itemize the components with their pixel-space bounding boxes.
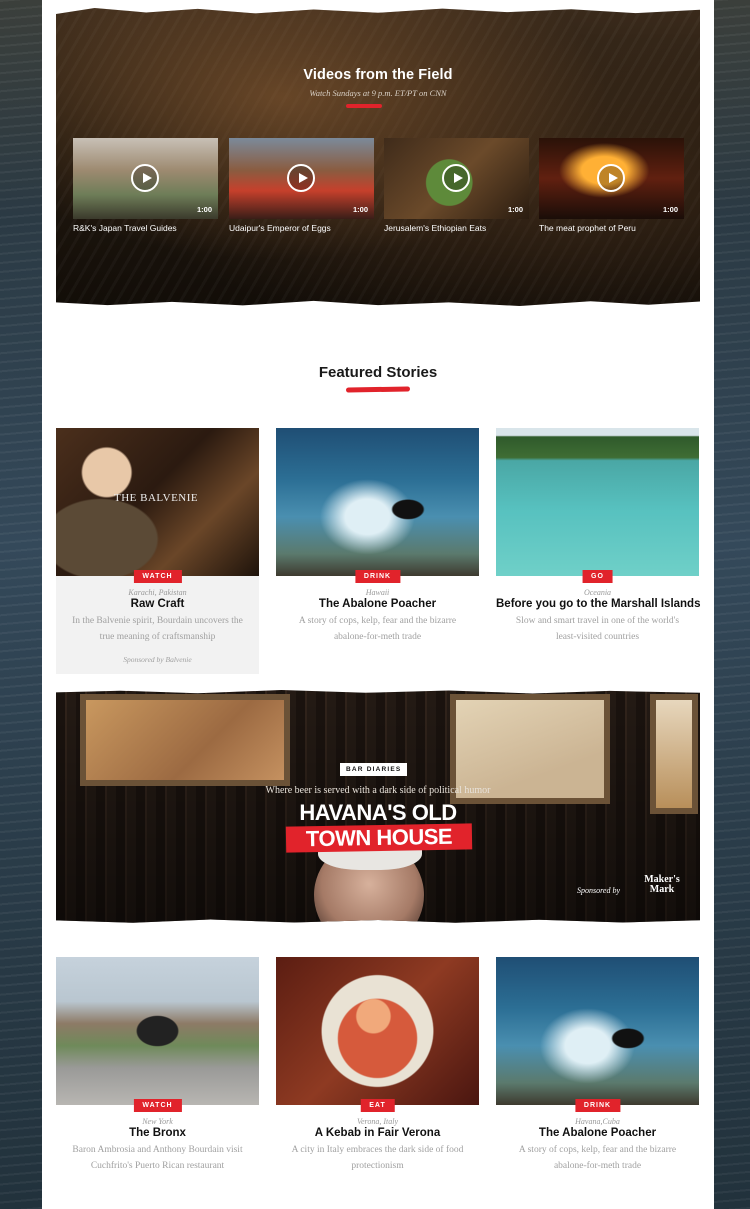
makers-mark-logo[interactable]: Maker's Mark: [634, 875, 690, 895]
story-sponsor: Sponsored by Balvenie: [123, 655, 192, 664]
category-badge[interactable]: WATCH: [133, 570, 182, 583]
story-title[interactable]: The Bronx: [56, 1127, 259, 1139]
title-underline: [346, 104, 382, 108]
story-card[interactable]: DRINK Hawaii The Abalone Poacher A story…: [276, 428, 479, 645]
video-title[interactable]: R&K's Japan Travel Guides: [73, 223, 218, 233]
story-description: Baron Ambrosia and Anthony Bourdain visi…: [72, 1145, 243, 1171]
videos-subtitle: Watch Sundays at 9 p.m. ET/PT on CNN: [309, 88, 447, 98]
video-thumbnail[interactable]: 1:00: [384, 138, 529, 219]
video-card[interactable]: 1:00 Jerusalem's Ethiopian Eats: [384, 138, 529, 233]
title-underline: [345, 386, 411, 393]
story-location: Hawaii: [365, 588, 390, 597]
story-title[interactable]: Raw Craft: [56, 598, 259, 610]
play-icon[interactable]: [442, 164, 470, 192]
banner-category-label[interactable]: BAR DIARIES: [340, 763, 408, 776]
story-location: Havana,Cuba: [575, 1117, 620, 1126]
story-description: A story of cops, kelp, fear and the biza…: [518, 1145, 677, 1171]
story-card[interactable]: THE BALVENIE WATCH Karachi, Pakistan Raw…: [56, 428, 259, 674]
video-card[interactable]: 1:00 R&K's Japan Travel Guides: [73, 138, 218, 233]
story-title[interactable]: The Abalone Poacher: [496, 1127, 699, 1139]
story-location: Oceania: [583, 588, 612, 597]
video-title[interactable]: Udaipur's Emperor of Eggs: [229, 223, 374, 233]
page-content: Videos from the Field Watch Sundays at 9…: [42, 0, 714, 1209]
banner-title-line1[interactable]: HAVANA'S OLD: [56, 800, 700, 826]
story-location: New York: [142, 1117, 173, 1126]
play-icon[interactable]: [597, 164, 625, 192]
videos-title: Videos from the Field: [303, 67, 453, 83]
video-title[interactable]: The meat prophet of Peru: [539, 223, 684, 233]
video-duration: 1:00: [352, 205, 368, 214]
play-icon[interactable]: [131, 164, 159, 192]
story-card[interactable]: WATCH New York The Bronx Baron Ambrosia …: [56, 957, 259, 1174]
play-icon[interactable]: [287, 164, 315, 192]
video-duration: 1:00: [507, 205, 523, 214]
story-card[interactable]: DRINK Havana,Cuba The Abalone Poacher A …: [496, 957, 699, 1174]
story-location: Verona, Italy: [356, 1117, 399, 1126]
video-thumbnail[interactable]: 1:00: [229, 138, 374, 219]
videos-section: Videos from the Field Watch Sundays at 9…: [56, 8, 700, 306]
story-description: A city in Italy embraces the dark side o…: [291, 1145, 464, 1171]
bar-diaries-banner[interactable]: BAR DIARIES Where beer is served with a …: [56, 690, 700, 923]
story-image[interactable]: [276, 428, 479, 576]
wall-painting: [80, 694, 290, 786]
category-badge[interactable]: GO: [582, 570, 613, 583]
video-duration: 1:00: [196, 205, 212, 214]
story-image[interactable]: [56, 957, 259, 1105]
banner-sponsor-label: Sponsored by: [577, 886, 621, 895]
video-thumbnail[interactable]: 1:00: [539, 138, 684, 219]
background-right: [708, 0, 750, 1209]
video-card[interactable]: 1:00 Udaipur's Emperor of Eggs: [229, 138, 374, 233]
balvenie-logo: THE BALVENIE: [114, 492, 199, 504]
category-badge[interactable]: EAT: [360, 1099, 395, 1112]
category-badge[interactable]: WATCH: [133, 1099, 182, 1112]
story-description: Slow and smart travel in one of the worl…: [515, 616, 680, 642]
story-card[interactable]: GO Oceania Before you go to the Marshall…: [496, 428, 700, 645]
story-image[interactable]: [496, 957, 699, 1105]
video-duration: 1:00: [662, 205, 678, 214]
story-image[interactable]: [496, 428, 699, 576]
story-title[interactable]: Before you go to the Marshall Islands: [496, 598, 700, 610]
story-image[interactable]: [276, 957, 479, 1105]
banner-title-line2[interactable]: TOWN HOUSE: [285, 823, 473, 853]
category-badge[interactable]: DRINK: [574, 1099, 621, 1112]
story-title[interactable]: The Abalone Poacher: [276, 598, 479, 610]
wall-painting: [650, 694, 698, 814]
video-card[interactable]: 1:00 The meat prophet of Peru: [539, 138, 684, 233]
banner-subtitle: Where beer is served with a dark side of…: [265, 785, 491, 796]
story-description: A story of cops, kelp, fear and the biza…: [298, 616, 457, 642]
featured-title: Featured Stories: [318, 364, 438, 381]
video-title[interactable]: Jerusalem's Ethiopian Eats: [384, 223, 529, 233]
story-image[interactable]: THE BALVENIE: [56, 428, 259, 576]
story-card[interactable]: EAT Verona, Italy A Kebab in Fair Verona…: [276, 957, 479, 1174]
video-thumbnail[interactable]: 1:00: [73, 138, 218, 219]
category-badge[interactable]: DRINK: [354, 570, 401, 583]
story-location: Karachi, Pakistan: [128, 588, 187, 597]
background-left: [0, 0, 42, 1209]
story-title[interactable]: A Kebab in Fair Verona: [276, 1127, 479, 1139]
story-description: In the Balvenie spirit, Bourdain uncover…: [72, 616, 243, 642]
